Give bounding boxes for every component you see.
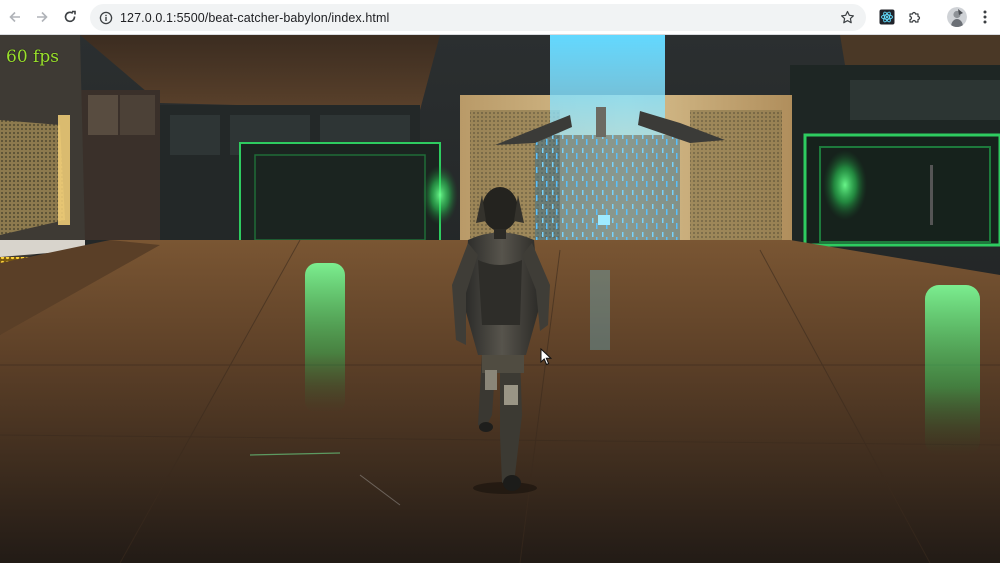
arrow-right-icon bbox=[37, 11, 48, 23]
game-scene bbox=[0, 35, 1000, 563]
url-text[interactable]: 127.0.0.1:5500/beat-catcher-babylon/inde… bbox=[120, 11, 389, 25]
arrow-left-icon bbox=[9, 11, 20, 23]
forward-button[interactable] bbox=[31, 6, 53, 28]
browser-toolbar: 127.0.0.1:5500/beat-catcher-babylon/inde… bbox=[0, 0, 1000, 35]
react-devtools-icon[interactable] bbox=[877, 7, 897, 27]
back-button[interactable] bbox=[4, 6, 26, 28]
game-canvas[interactable]: 60 fps bbox=[0, 35, 1000, 563]
fps-counter: 60 fps bbox=[6, 47, 59, 67]
star-icon[interactable] bbox=[838, 8, 856, 26]
avatar[interactable] bbox=[947, 7, 967, 27]
reload-button[interactable] bbox=[59, 6, 81, 28]
reload-icon bbox=[64, 10, 76, 23]
site-info-icon[interactable] bbox=[97, 9, 115, 27]
puzzle-icon[interactable] bbox=[905, 7, 925, 27]
kebab-menu-icon[interactable] bbox=[975, 7, 995, 27]
address-bar[interactable]: 127.0.0.1:5500/beat-catcher-babylon/inde… bbox=[90, 4, 866, 31]
mouse-cursor-icon bbox=[540, 348, 552, 366]
